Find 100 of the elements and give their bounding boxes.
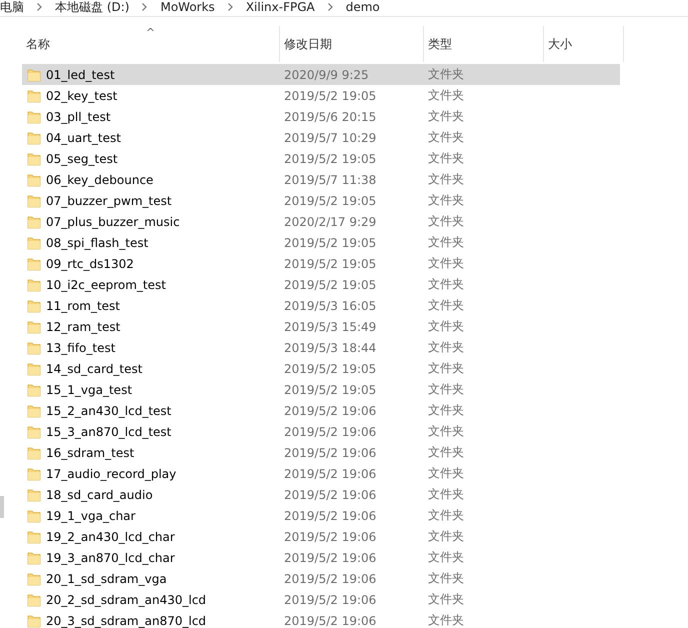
column-header[interactable]: 大小 xyxy=(544,26,624,62)
modified-date: 2019/5/3 18:44 xyxy=(283,340,378,354)
folder-icon xyxy=(27,362,41,376)
folder-icon xyxy=(27,68,41,82)
file-name: 04_uart_test xyxy=(46,130,121,144)
folder-icon xyxy=(27,88,41,102)
file-row[interactable]: 07_buzzer_pwm_test 2019/5/2 19:05 文件夹 xyxy=(22,190,620,211)
file-row[interactable]: 17_audio_record_play 2019/5/2 19:06 文件夹 xyxy=(22,463,620,484)
modified-date: 2019/5/2 19:06 xyxy=(283,572,378,586)
file-type: 文件夹 xyxy=(427,66,465,83)
file-row[interactable]: 03_pll_test 2019/5/6 20:15 文件夹 xyxy=(22,106,620,127)
folder-icon xyxy=(27,508,41,522)
file-type: 文件夹 xyxy=(427,402,465,419)
file-type: 文件夹 xyxy=(427,192,465,209)
file-row[interactable]: 09_rtc_ds1302 2019/5/2 19:05 文件夹 xyxy=(22,253,620,274)
chevron-icon xyxy=(226,3,234,11)
file-row[interactable]: 04_uart_test 2019/5/7 10:29 文件夹 xyxy=(22,127,620,148)
file-type: 文件夹 xyxy=(427,129,465,146)
file-type: 文件夹 xyxy=(427,87,465,104)
file-row[interactable]: 11_rom_test 2019/5/3 16:05 文件夹 xyxy=(22,295,620,316)
file-row[interactable]: 15_1_vga_test 2019/5/2 19:05 文件夹 xyxy=(22,379,620,400)
file-name: 06_key_debounce xyxy=(46,172,154,186)
breadcrumb-item[interactable]: demo xyxy=(346,1,380,13)
sort-indicator: ^ xyxy=(146,27,156,38)
file-type: 文件夹 xyxy=(427,570,465,587)
breadcrumb-item[interactable]: 电脑 xyxy=(0,1,24,13)
folder-icon xyxy=(27,572,41,586)
file-name: 07_plus_buzzer_music xyxy=(46,214,180,228)
file-name: 16_sdram_test xyxy=(46,446,134,460)
file-row[interactable]: 01_led_test 2020/9/9 9:25 文件夹 xyxy=(22,64,620,85)
file-row[interactable]: 18_sd_card_audio 2019/5/2 19:06 文件夹 xyxy=(22,484,620,505)
file-name: 15_1_vga_test xyxy=(46,382,132,396)
modified-date: 2019/5/7 10:29 xyxy=(283,130,378,144)
column-header[interactable]: 类型 xyxy=(424,26,544,62)
folder-icon xyxy=(27,130,41,144)
scrollbar-thumb[interactable] xyxy=(0,496,4,518)
file-type: 文件夹 xyxy=(427,486,465,503)
folder-icon xyxy=(27,110,41,124)
modified-date: 2019/5/2 19:05 xyxy=(283,194,378,208)
file-name: 09_rtc_ds1302 xyxy=(46,256,134,270)
folder-icon xyxy=(27,172,41,186)
file-name: 07_buzzer_pwm_test xyxy=(46,194,172,208)
modified-date: 2019/5/2 19:05 xyxy=(283,278,378,292)
folder-icon xyxy=(27,278,41,292)
chevron-icon xyxy=(326,3,334,11)
file-row[interactable]: 20_1_sd_sdram_vga 2019/5/2 19:06 文件夹 xyxy=(22,568,620,589)
file-name: 19_3_an870_lcd_char xyxy=(46,550,175,564)
folder-icon xyxy=(27,256,41,270)
file-row[interactable]: 10_i2c_eeprom_test 2019/5/2 19:05 文件夹 xyxy=(22,274,620,295)
folder-icon xyxy=(27,404,41,418)
file-type: 文件夹 xyxy=(427,150,465,167)
column-header[interactable]: 修改日期 xyxy=(280,26,424,62)
folder-icon xyxy=(27,614,41,628)
file-row[interactable]: 06_key_debounce 2019/5/7 11:38 文件夹 xyxy=(22,169,620,190)
breadcrumb-item[interactable]: 本地磁盘 (D:) xyxy=(55,1,130,13)
folder-icon xyxy=(27,466,41,480)
file-row[interactable]: 15_3_an870_lcd_test 2019/5/2 19:06 文件夹 xyxy=(22,421,620,442)
folder-icon xyxy=(27,592,41,606)
file-row[interactable]: 19_3_an870_lcd_char 2019/5/2 19:06 文件夹 xyxy=(22,547,620,568)
breadcrumb-item[interactable]: Xilinx-FPGA xyxy=(246,1,315,13)
file-row[interactable]: 07_plus_buzzer_music 2020/2/17 9:29 文件夹 xyxy=(22,211,620,232)
folder-icon xyxy=(27,530,41,544)
file-name: 20_1_sd_sdram_vga xyxy=(46,572,167,586)
modified-date: 2019/5/2 19:05 xyxy=(283,236,378,250)
file-name: 02_key_test xyxy=(46,88,118,102)
file-type: 文件夹 xyxy=(427,423,465,440)
file-name: 10_i2c_eeprom_test xyxy=(46,278,166,292)
file-type: 文件夹 xyxy=(427,444,465,461)
folder-icon xyxy=(27,298,41,312)
file-row[interactable]: 02_key_test 2019/5/2 19:05 文件夹 xyxy=(22,85,620,106)
file-type: 文件夹 xyxy=(427,171,465,188)
file-row[interactable]: 12_ram_test 2019/5/3 15:49 文件夹 xyxy=(22,316,620,337)
file-row[interactable]: 20_3_sd_sdram_an870_lcd 2019/5/2 19:06 文件夹 xyxy=(22,610,620,628)
file-row[interactable]: 08_spi_flash_test 2019/5/2 19:05 文件夹 xyxy=(22,232,620,253)
modified-date: 2019/5/2 19:06 xyxy=(283,592,378,606)
modified-date: 2019/5/2 19:06 xyxy=(283,446,378,460)
chevron-icon xyxy=(141,3,148,11)
file-row[interactable]: 05_seg_test 2019/5/2 19:05 文件夹 xyxy=(22,148,620,169)
modified-date: 2019/5/2 19:06 xyxy=(283,404,378,418)
file-type: 文件夹 xyxy=(427,108,465,125)
modified-date: 2019/5/2 19:05 xyxy=(283,152,378,166)
file-row[interactable]: 20_2_sd_sdram_an430_lcd 2019/5/2 19:06 文件夹 xyxy=(22,589,620,610)
modified-date: 2019/5/3 16:05 xyxy=(283,298,378,312)
file-row[interactable]: 19_2_an430_lcd_char 2019/5/2 19:06 文件夹 xyxy=(22,526,620,547)
file-type: 文件夹 xyxy=(427,360,465,377)
modified-date: 2019/5/7 11:38 xyxy=(283,172,378,186)
file-row[interactable]: 14_sd_card_test 2019/5/2 19:05 文件夹 xyxy=(22,358,620,379)
breadcrumb-item[interactable]: MoWorks xyxy=(160,1,215,13)
column-header[interactable]: 名称 ^ xyxy=(22,26,280,62)
file-type: 文件夹 xyxy=(427,591,465,608)
file-name: 15_2_an430_lcd_test xyxy=(46,404,172,418)
folder-icon xyxy=(27,446,41,460)
file-row[interactable]: 15_2_an430_lcd_test 2019/5/2 19:06 文件夹 xyxy=(22,400,620,421)
folder-icon xyxy=(27,488,41,502)
modified-date: 2020/2/17 9:29 xyxy=(283,214,378,228)
file-row[interactable]: 13_fifo_test 2019/5/3 18:44 文件夹 xyxy=(22,337,620,358)
file-row[interactable]: 16_sdram_test 2019/5/2 19:06 文件夹 xyxy=(22,442,620,463)
file-name: 08_spi_flash_test xyxy=(46,236,148,250)
modified-date: 2019/5/3 15:49 xyxy=(283,320,378,334)
file-row[interactable]: 19_1_vga_char 2019/5/2 19:06 文件夹 xyxy=(22,505,620,526)
